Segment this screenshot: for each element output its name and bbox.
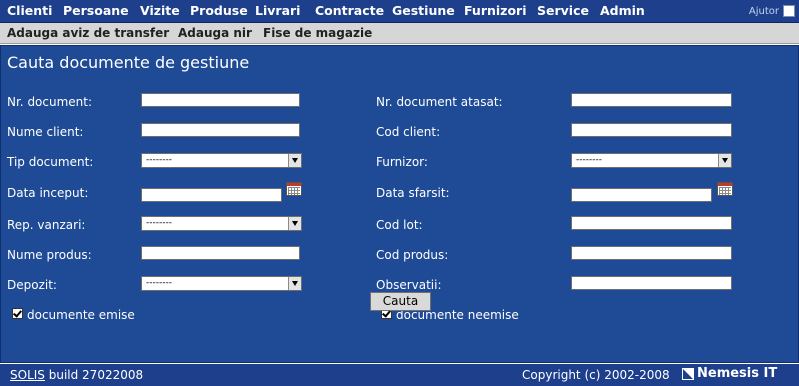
footer-bar: SOLIS build 27022008 Copyright (c) 2002-… (0, 364, 799, 386)
help-toggle[interactable]: Ajutor (749, 5, 795, 17)
tip-document-value: -------- (146, 155, 172, 165)
nav-item-contracte[interactable]: Contracte (315, 3, 384, 18)
chevron-down-icon (288, 154, 301, 167)
calendar-icon[interactable] (717, 182, 733, 196)
calendar-icon[interactable] (286, 182, 302, 196)
rep-vanzari-value: -------- (146, 218, 172, 228)
label-nume-client: Nume client: (7, 125, 84, 139)
company-logo: Nemesis IT (682, 366, 777, 381)
label-observatii: Observatii: (376, 278, 442, 292)
furnizor-select[interactable]: -------- (571, 153, 732, 168)
company-name: Nemesis IT (697, 366, 778, 381)
cod-produs-field[interactable] (571, 246, 732, 260)
depozit-select[interactable]: -------- (141, 276, 302, 291)
nav-item-service[interactable]: Service (537, 3, 589, 18)
chevron-down-icon (718, 154, 731, 167)
label-depozit: Depozit: (7, 278, 57, 292)
nume-produs-field[interactable] (141, 246, 300, 260)
search-panel: Cauta documente de gestiune Nr. document… (0, 45, 799, 363)
subnav-item-adauga-nir[interactable]: Adauga nir (178, 26, 252, 40)
observatii-field[interactable] (571, 276, 732, 290)
nr-document-field[interactable] (141, 93, 300, 107)
cauta-button[interactable]: Cauta (370, 292, 431, 311)
top-nav-bar: Clienti Persoane Vizite Produse Livrari … (0, 0, 799, 23)
nav-item-gestiune[interactable]: Gestiune (392, 3, 455, 18)
data-inceput-field[interactable] (141, 188, 282, 202)
furnizor-value: -------- (576, 155, 602, 165)
nav-item-vizite[interactable]: Vizite (140, 3, 180, 18)
tip-document-select[interactable]: -------- (141, 153, 302, 168)
solis-link[interactable]: SOLIS (10, 368, 45, 382)
label-data-inceput: Data inceput: (7, 186, 89, 200)
cod-client-field[interactable] (571, 123, 732, 137)
nume-client-field[interactable] (141, 123, 300, 137)
cod-lot-field[interactable] (571, 216, 732, 230)
build-info: SOLIS build 27022008 (10, 368, 143, 382)
label-furnizor: Furnizor: (376, 155, 428, 169)
copyright-text: Copyright (c) 2002-2008 (522, 368, 670, 382)
label-nume-produs: Nume produs: (7, 248, 92, 262)
documente-emise-checkbox[interactable] (12, 308, 23, 319)
label-data-sfarsit: Data sfarsit: (376, 186, 450, 200)
nav-item-persoane[interactable]: Persoane (63, 3, 129, 18)
chevron-down-icon (288, 217, 301, 230)
help-label: Ajutor (748, 5, 779, 17)
logo-icon (682, 367, 694, 380)
label-documente-emise: documente emise (27, 308, 135, 322)
nav-item-admin[interactable]: Admin (600, 3, 645, 18)
nav-item-furnizori[interactable]: Furnizori (464, 3, 526, 18)
label-nr-document-atasat: Nr. document atasat: (376, 95, 503, 109)
nav-item-livrari[interactable]: Livrari (255, 3, 300, 18)
nav-item-clienti[interactable]: Clienti (7, 3, 52, 18)
label-cod-lot: Cod lot: (376, 218, 423, 232)
panel-title: Cauta documente de gestiune (7, 53, 250, 72)
nr-document-atasat-field[interactable] (571, 93, 732, 107)
sub-nav-bar: Adauga aviz de transfer Adauga nir Fise … (0, 23, 799, 44)
chevron-down-icon (288, 277, 301, 290)
build-text: build 27022008 (44, 368, 144, 382)
nav-item-produse[interactable]: Produse (190, 3, 248, 18)
subnav-item-fise-magazie[interactable]: Fise de magazie (263, 26, 372, 40)
label-cod-client: Cod client: (376, 125, 441, 139)
label-cod-produs: Cod produs: (376, 248, 449, 262)
help-checkbox[interactable] (783, 5, 795, 17)
label-nr-document: Nr. document: (7, 95, 93, 109)
label-rep-vanzari: Rep. vanzari: (7, 218, 86, 232)
depozit-value: -------- (146, 278, 172, 288)
subnav-item-adauga-aviz[interactable]: Adauga aviz de transfer (7, 26, 169, 40)
label-tip-document: Tip document: (7, 155, 94, 169)
rep-vanzari-select[interactable]: -------- (141, 216, 302, 231)
data-sfarsit-field[interactable] (571, 188, 712, 202)
